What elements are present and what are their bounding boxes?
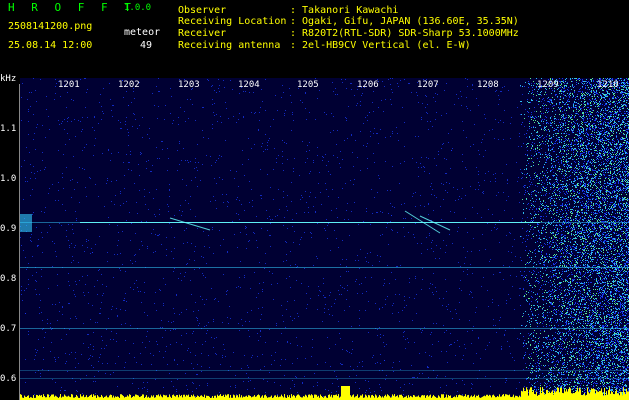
x-tick-label: 1202	[118, 80, 140, 90]
timestamp: 25.08.14 12:00	[8, 40, 93, 51]
location-label: Receiving Location	[178, 16, 287, 27]
x-tick-label: 1205	[297, 80, 319, 90]
app-version: 1.0.0	[124, 3, 152, 13]
location-value: : Ogaki, Gifu, JAPAN (136.60E, 35.35N)	[290, 16, 519, 27]
observer-value: : Takanori Kawachi	[290, 5, 399, 16]
antenna-label: Receiving antenna	[178, 40, 281, 51]
x-tick-label: 1203	[178, 80, 200, 90]
y-tick-label: 1.1	[0, 124, 17, 134]
x-tick-label: 1209	[537, 80, 559, 90]
receiver-value: : R820T2(RTL-SDR) SDR-Sharp 53.1000MHz	[290, 28, 519, 39]
x-tick-label: 1207	[417, 80, 439, 90]
antenna-value: : 2el-HB9CV Vertical (el. E-W)	[290, 40, 471, 51]
observer-label: Observer	[178, 5, 227, 16]
spectrogram-image	[20, 78, 629, 400]
x-tick-label: 1204	[238, 80, 260, 90]
y-tick-label: 0.6	[0, 374, 17, 384]
meteor-count: 49	[140, 40, 153, 51]
x-tick-label: 1210	[597, 80, 619, 90]
receiver-label: Receiver	[178, 28, 227, 39]
y-axis-line	[19, 84, 20, 400]
x-tick-label: 1208	[477, 80, 499, 90]
spectrogram-canvas	[20, 78, 629, 400]
y-tick-label: 0.8	[0, 274, 17, 284]
meteor-label: meteor	[124, 27, 161, 38]
x-tick-label: 1206	[357, 80, 379, 90]
file-name: 2508141200.png	[8, 21, 93, 32]
y-axis-unit-label: kHz	[0, 74, 17, 84]
x-tick-label: 1201	[58, 80, 80, 90]
y-tick-label: 1.0	[0, 174, 17, 184]
y-tick-label: 0.7	[0, 324, 17, 334]
app-title: H R O F F T	[8, 1, 136, 14]
y-tick-label: 0.9	[0, 224, 17, 234]
